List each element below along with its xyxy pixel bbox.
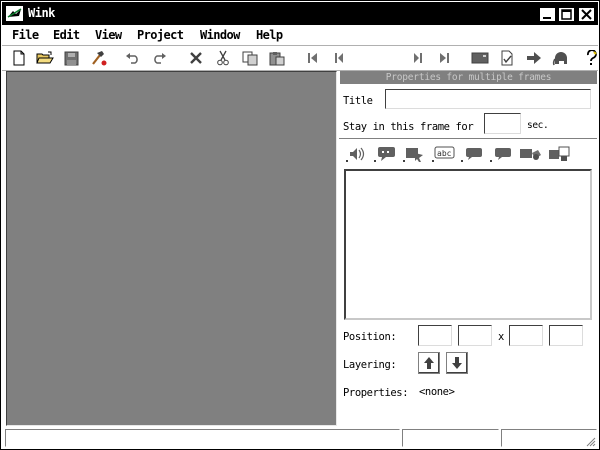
stay-unit-label: sec.	[527, 120, 549, 131]
resize-grip-icon[interactable]	[584, 435, 596, 447]
object-list[interactable]	[344, 169, 592, 320]
window-title: Wink	[28, 6, 55, 20]
presentation-icon[interactable]	[470, 48, 490, 68]
add-callout-icon[interactable]	[372, 145, 398, 163]
previous-frame-icon[interactable]	[329, 48, 349, 68]
copy-icon[interactable]	[240, 48, 260, 68]
undo-icon[interactable]	[123, 48, 143, 68]
elephant-icon[interactable]	[551, 48, 571, 68]
new-file-icon[interactable]	[9, 48, 29, 68]
save-icon[interactable]	[61, 48, 81, 68]
size-width-input[interactable]	[509, 325, 543, 346]
render-hammer-icon[interactable]	[88, 48, 108, 68]
app-window: Wink File Edit View Project Window Help	[0, 0, 600, 450]
first-frame-icon[interactable]	[302, 48, 322, 68]
app-logo-icon[interactable]	[6, 6, 23, 21]
delete-icon[interactable]	[186, 48, 206, 68]
title-bar[interactable]: Wink	[2, 2, 598, 25]
goto-arrow-icon[interactable]	[524, 48, 544, 68]
add-text-icon[interactable]: abc	[430, 145, 456, 163]
close-button[interactable]	[578, 7, 595, 22]
status-bar	[2, 428, 598, 449]
minimize-button[interactable]	[539, 7, 556, 22]
layering-label: Layering:	[343, 359, 397, 371]
stay-label: Stay in this frame for	[343, 121, 474, 133]
last-frame-icon[interactable]	[435, 48, 455, 68]
position-separator: x	[498, 331, 504, 343]
add-box2-icon[interactable]	[488, 145, 514, 163]
properties-value: <none>	[419, 386, 455, 398]
menu-bar: File Edit View Project Window Help	[2, 25, 598, 45]
add-image-icon[interactable]	[517, 145, 543, 163]
next-frame-icon[interactable]	[408, 48, 428, 68]
paste-icon[interactable]	[267, 48, 287, 68]
add-button-icon[interactable]	[401, 145, 427, 163]
title-input[interactable]	[385, 89, 591, 109]
maximize-button[interactable]	[558, 7, 575, 22]
menu-help[interactable]: Help	[256, 28, 283, 42]
open-folder-icon[interactable]	[35, 48, 55, 68]
position-x-input[interactable]	[418, 325, 452, 346]
check-document-icon[interactable]	[497, 48, 517, 68]
panel-header: Properties for multiple frames	[340, 71, 597, 84]
status-cell-main	[5, 429, 400, 447]
menu-file[interactable]: File	[12, 28, 39, 42]
stay-duration-input[interactable]	[484, 113, 521, 134]
title-label: Title	[343, 95, 373, 107]
frame-canvas[interactable]	[6, 71, 337, 426]
add-audio-icon[interactable]	[344, 145, 370, 163]
size-height-input[interactable]	[549, 325, 583, 346]
add-frame-image-icon[interactable]	[546, 145, 572, 163]
menu-project[interactable]: Project	[137, 28, 184, 42]
position-label: Position:	[343, 331, 397, 343]
properties-label: Properties:	[343, 387, 409, 399]
menu-view[interactable]: View	[95, 28, 122, 42]
toolbar	[2, 45, 598, 71]
cut-icon[interactable]	[213, 48, 233, 68]
position-y-input[interactable]	[458, 325, 492, 346]
status-cell-2	[402, 429, 499, 447]
layer-down-button[interactable]	[446, 352, 468, 374]
help-icon[interactable]	[585, 48, 598, 68]
properties-panel: Properties for multiple frames Title Sta…	[339, 71, 597, 426]
add-box-icon[interactable]	[459, 145, 485, 163]
layer-up-button[interactable]	[418, 352, 440, 374]
svg-text:abc: abc	[437, 149, 452, 158]
redo-icon[interactable]	[149, 48, 169, 68]
status-cell-3	[501, 429, 597, 447]
menu-window[interactable]: Window	[200, 28, 240, 42]
menu-edit[interactable]: Edit	[53, 28, 80, 42]
